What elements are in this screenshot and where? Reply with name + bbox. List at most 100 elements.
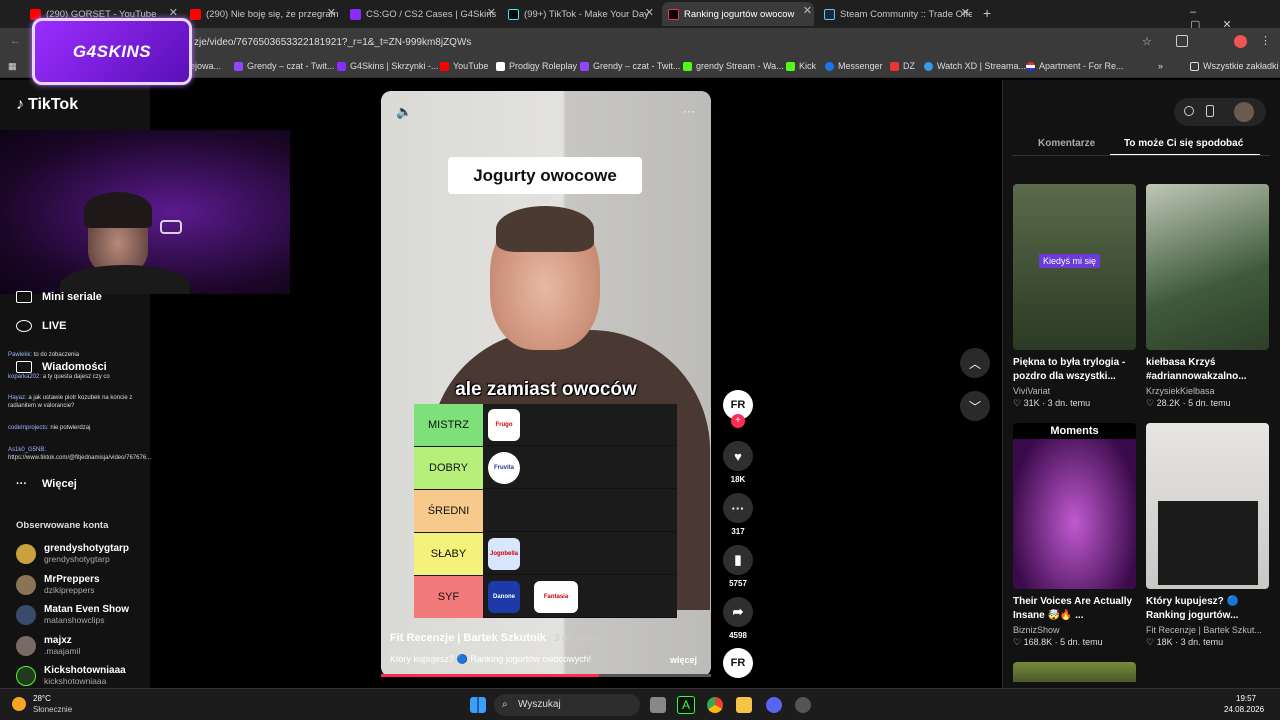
recommended-card[interactable]: Który kupujesz? 🔵 Ranking jogurtów... Fi…: [1146, 423, 1269, 648]
thumbnail-overlay-text: Moments: [1013, 423, 1136, 439]
close-tab-icon[interactable]: ✕: [645, 6, 654, 19]
share-button[interactable]: ➦ 4598: [722, 597, 754, 640]
browser-tab[interactable]: (99+) TikTok - Make Your Day ✕: [508, 4, 656, 24]
back-arrow-icon[interactable]: ←: [10, 35, 21, 47]
browser-tab[interactable]: (290) Nie boję się, że przegram ✕: [190, 4, 338, 24]
comment-icon: ···: [723, 493, 753, 523]
followed-account[interactable]: grendyshotygtarp grendyshotygtarp: [16, 543, 129, 564]
recommended-card[interactable]: kiełbasa Krzyś #adriannowakzalno... Krzy…: [1146, 184, 1269, 409]
recommended-card[interactable]: Kiedyś mi się Piękna to była trylogia - …: [1013, 184, 1136, 409]
nav-mini-series[interactable]: Mini seriale: [16, 291, 102, 303]
compass-icon[interactable]: [1184, 106, 1194, 116]
recommended-card[interactable]: Moments Their Voices Are Actually Insane…: [1013, 423, 1136, 648]
bookmark[interactable]: Apartment - For Re...: [1026, 61, 1124, 71]
bookmark[interactable]: Watch XD | Streama...: [924, 61, 1026, 71]
menu-dots-icon[interactable]: ⋮: [1260, 34, 1271, 47]
flag-icon: [1026, 61, 1035, 71]
card-meta: ♡ 28.2K · 5 dn. temu: [1146, 398, 1231, 408]
star-icon[interactable]: ☆: [1142, 35, 1152, 48]
chat-user: As1k0_G5NB:: [8, 447, 47, 453]
chrome-icon[interactable]: [707, 697, 723, 713]
video-progress-bar[interactable]: [381, 674, 711, 677]
yogurt-cup: Frugo: [488, 409, 520, 441]
task-view-icon[interactable]: [650, 697, 666, 713]
weather-temp[interactable]: 28°C: [33, 694, 51, 703]
steam-taskbar-icon[interactable]: [795, 697, 811, 713]
followed-account[interactable]: Matan Even Show matanshowclips: [16, 604, 129, 625]
followed-account[interactable]: MrPreppers dzikipreppers: [16, 574, 100, 595]
url-field[interactable]: zje/video/7676503653322181921?_r=1&_t=ZN…: [150, 34, 1110, 52]
card-title: kiełbasa Krzyś #adriannowakzalno...: [1146, 357, 1247, 382]
browser-tab-active[interactable]: Ranking jogurtów owocow ✕: [662, 2, 814, 26]
tiktok-logo[interactable]: ♪ TikTok: [16, 96, 78, 114]
more-link[interactable]: więcej: [670, 655, 697, 665]
extensions-icon[interactable]: [1176, 35, 1188, 47]
tier-row: ŚREDNI: [414, 490, 677, 532]
mini-series-icon: [16, 291, 32, 303]
new-tab-button[interactable]: +: [983, 5, 991, 21]
nav-messages[interactable]: Wiadomości: [16, 361, 107, 373]
comment-button[interactable]: ··· 317: [722, 493, 754, 536]
bookmark[interactable]: YouTube: [440, 61, 488, 71]
bookmark-label: YouTube: [453, 61, 489, 71]
heart-icon: ♥: [723, 441, 753, 471]
bookmark-folder[interactable]: Wszystkie zakładki: [1190, 61, 1279, 71]
video-title-card: Jogurty owocowe: [448, 157, 642, 194]
card-meta: ♡ 31K · 3 dn. temu: [1013, 398, 1091, 408]
browser-tab[interactable]: CS:GO / CS2 Cases | G4Skins Ca ✕: [350, 4, 498, 24]
bookmark[interactable]: Grendy – czat - Twit...: [234, 61, 334, 71]
apps-grid-icon[interactable]: ▦: [8, 61, 17, 72]
chevron-right-icon[interactable]: »: [1158, 61, 1163, 71]
chat-text: to do zobaczenia: [33, 352, 80, 358]
tab-title: CS:GO / CS2 Cases | G4Skins Ca: [366, 8, 498, 20]
close-tab-icon[interactable]: ✕: [961, 6, 970, 19]
taskbar-search[interactable]: ⌕ Wyszukaj: [494, 694, 640, 716]
bookmark[interactable]: Kick: [786, 61, 816, 71]
account-name: MrPreppers: [44, 574, 100, 585]
windows-start-icon[interactable]: [470, 697, 486, 713]
watch-icon: [924, 61, 933, 71]
volume-icon[interactable]: 🔈: [396, 104, 412, 120]
sound-avatar[interactable]: FR: [722, 648, 754, 678]
app-icon[interactable]: A: [677, 696, 695, 714]
bookmark[interactable]: DZ: [890, 61, 915, 71]
creator-avatar[interactable]: FR +: [722, 390, 754, 428]
follow-plus-icon[interactable]: +: [731, 414, 745, 428]
close-tab-icon[interactable]: ✕: [487, 6, 496, 19]
bookmark[interactable]: Messenger: [825, 61, 883, 71]
more-options-icon[interactable]: ···: [683, 104, 695, 118]
clock-time[interactable]: 19:57: [1236, 694, 1256, 703]
discord-icon[interactable]: [766, 697, 782, 713]
nav-live[interactable]: LIVE: [16, 320, 66, 332]
bookmark[interactable]: G4Skins | Skrzynki -...: [337, 61, 438, 71]
windows-taskbar: 28°C Słonecznie ⌕ Wyszukaj A 19:57 24.08.…: [0, 688, 1280, 720]
profile-avatar[interactable]: [1234, 102, 1254, 122]
bookmark[interactable]: grendy Stream - Wa...: [683, 61, 784, 71]
file-explorer-icon[interactable]: [736, 697, 752, 713]
save-button[interactable]: ▮ 5757: [722, 545, 754, 588]
like-button[interactable]: ♥ 18K: [722, 441, 754, 484]
tab-recommended[interactable]: To może Ci się spodobać: [1124, 138, 1243, 149]
followed-account[interactable]: Kickshotowniaaa kickshotowniaaa: [16, 665, 126, 686]
device-icon[interactable]: [1206, 105, 1214, 117]
profile-avatar[interactable]: [1234, 35, 1247, 48]
followed-account[interactable]: majxz .maajamil: [16, 635, 80, 656]
video-author[interactable]: Fit Recenzje | Bartek Szkutnik · 3 dn. t…: [390, 632, 597, 644]
bookmark[interactable]: Prodigy Roleplay: [496, 61, 577, 71]
prodigy-icon: [496, 61, 505, 71]
next-video-button[interactable]: ﹀: [960, 391, 990, 421]
bookmarks-bar: ▦ ejowa... Grendy – czat - Twit... G4Ski…: [0, 56, 1280, 78]
avatar: FR: [723, 648, 753, 678]
bookmark[interactable]: ejowa...: [190, 61, 221, 71]
save-count: 5757: [729, 579, 747, 588]
nav-more[interactable]: ··· Więcej: [16, 478, 77, 490]
previous-video-button[interactable]: ︿: [960, 348, 990, 378]
card-author: BiznizShow: [1013, 625, 1060, 635]
search-placeholder: Wyszukaj: [518, 699, 561, 710]
close-tab-icon[interactable]: ✕: [803, 4, 812, 17]
video-thumbnail[interactable]: [1013, 662, 1136, 682]
tab-comments[interactable]: Komentarze: [1038, 138, 1095, 149]
browser-tab[interactable]: Steam Community :: Trade Offe ✕: [824, 4, 972, 24]
close-tab-icon[interactable]: ✕: [327, 6, 336, 19]
bookmark[interactable]: Grendy – czat - Twit...: [580, 61, 680, 71]
